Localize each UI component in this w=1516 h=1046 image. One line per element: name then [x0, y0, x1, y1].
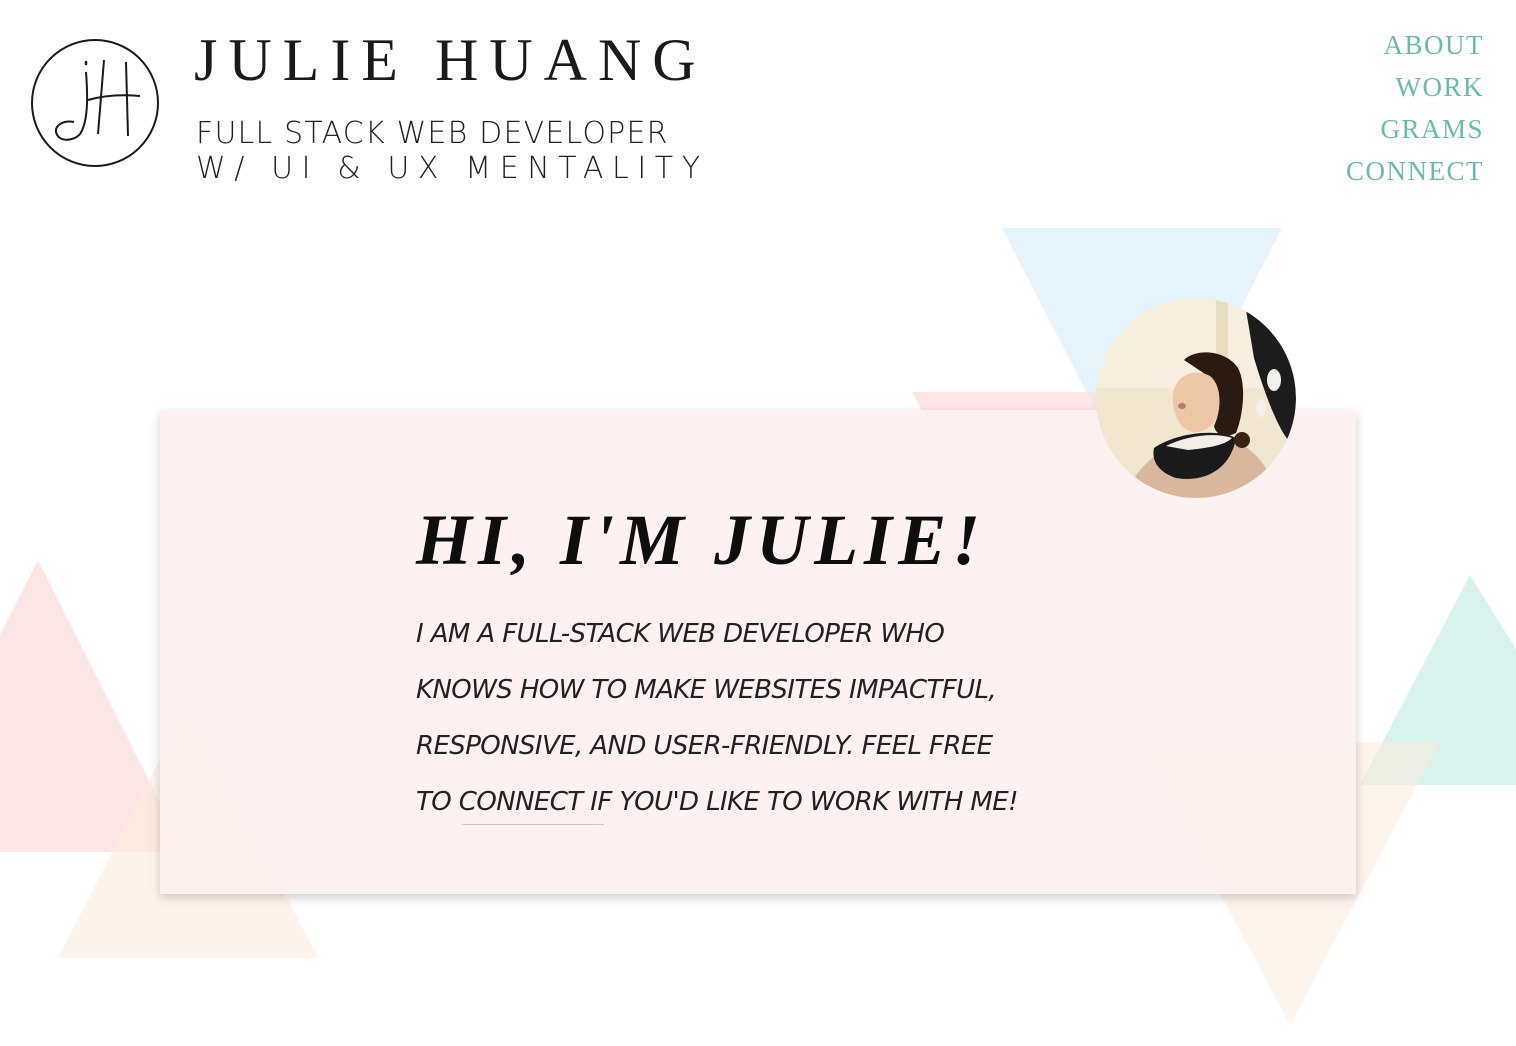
hero-text-line: I AM A FULL-STACK WEB DEVELOPER WHO	[416, 619, 945, 649]
page: JULIE HUANG FULL STACK WEB DEVELOPER W/ …	[0, 0, 1516, 1046]
nav-link-connect[interactable]: CONNECT	[1346, 150, 1484, 192]
tagline-line-1: FULL STACK WEB DEVELOPER	[196, 116, 669, 151]
site-title[interactable]: JULIE HUANG	[194, 28, 707, 92]
tagline-line-2: W/ UI & UX MENTALITY	[196, 151, 709, 186]
nav-link-about[interactable]: ABOUT	[1346, 24, 1484, 66]
profile-photo-avatar	[1096, 298, 1296, 498]
connect-link-underline[interactable]	[462, 824, 604, 825]
main-nav: ABOUT WORK GRAMS CONNECT	[1346, 24, 1484, 192]
jh-monogram-icon[interactable]	[30, 38, 160, 168]
hero-text-line: TO CONNECT IF YOU'D LIKE TO WORK WITH ME…	[416, 787, 1019, 817]
hero-text-line: RESPONSIVE, AND USER-FRIENDLY. FEEL FREE	[416, 731, 993, 761]
nav-link-grams[interactable]: GRAMS	[1346, 108, 1484, 150]
hero-text-line: KNOWS HOW TO MAKE WEBSITES IMPACTFUL,	[416, 675, 997, 705]
hero-heading: HI, I'M JULIE!	[416, 500, 987, 580]
tagline: FULL STACK WEB DEVELOPER W/ UI & UX MENT…	[196, 117, 709, 187]
nav-link-work[interactable]: WORK	[1346, 66, 1484, 108]
hero-intro-text: I AM A FULL-STACK WEB DEVELOPER WHO KNOW…	[416, 606, 1116, 830]
